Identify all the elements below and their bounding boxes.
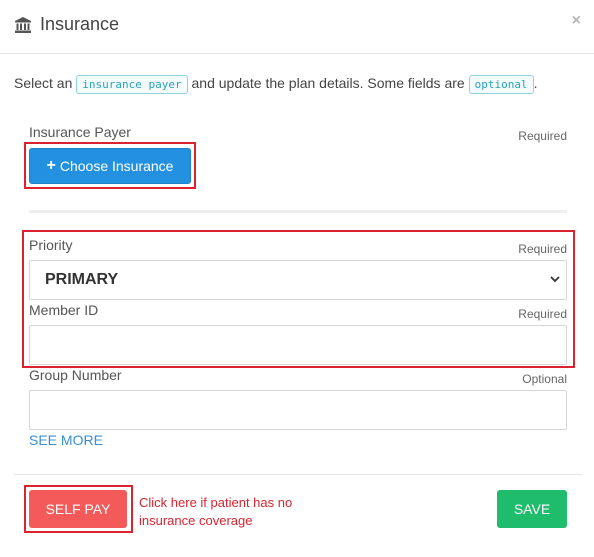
priority-label: Priority xyxy=(29,237,73,253)
plus-icon: + xyxy=(46,157,56,174)
group-number-input[interactable] xyxy=(29,390,567,430)
intro-part-3: . xyxy=(533,75,538,91)
priority-selected-value: PRIMARY xyxy=(45,271,119,288)
priority-required: Required xyxy=(518,242,567,256)
close-icon[interactable]: × xyxy=(572,12,581,30)
group-number-label: Group Number xyxy=(29,367,122,383)
member-id-label: Member ID xyxy=(29,302,99,318)
choose-insurance-button[interactable]: + Choose Insurance xyxy=(29,148,191,184)
choose-insurance-label: Choose Insurance xyxy=(59,158,174,174)
optional-code: optional xyxy=(468,75,534,94)
modal-header: Insurance × xyxy=(0,0,594,54)
insurance-payer-code: insurance payer xyxy=(76,75,188,94)
see-more-link[interactable]: SEE MORE xyxy=(29,432,103,448)
bank-icon xyxy=(15,17,31,33)
group-number-optional: Optional xyxy=(522,372,567,386)
chevron-down-icon xyxy=(550,276,560,283)
section-divider xyxy=(29,210,567,213)
modal-title: Insurance xyxy=(40,14,120,34)
priority-select[interactable]: PRIMARY xyxy=(29,260,567,300)
intro-part-2: and update the plan details. Some fields… xyxy=(187,75,469,91)
insurance-modal: Insurance × Select an insurance payer an… xyxy=(0,0,594,557)
footer-divider xyxy=(14,474,582,475)
member-id-input[interactable] xyxy=(29,325,567,365)
self-pay-note: Click here if patient has no insurance c… xyxy=(139,495,293,528)
intro-part-1: Select an xyxy=(14,75,77,91)
save-button[interactable]: SAVE xyxy=(497,490,567,528)
self-pay-button[interactable]: SELF PAY xyxy=(29,490,127,528)
member-id-required: Required xyxy=(518,307,567,321)
insurance-payer-label: Insurance Payer xyxy=(29,124,131,140)
insurance-payer-required: Required xyxy=(518,129,567,143)
intro-text: Select an insurance payer and update the… xyxy=(14,75,538,94)
